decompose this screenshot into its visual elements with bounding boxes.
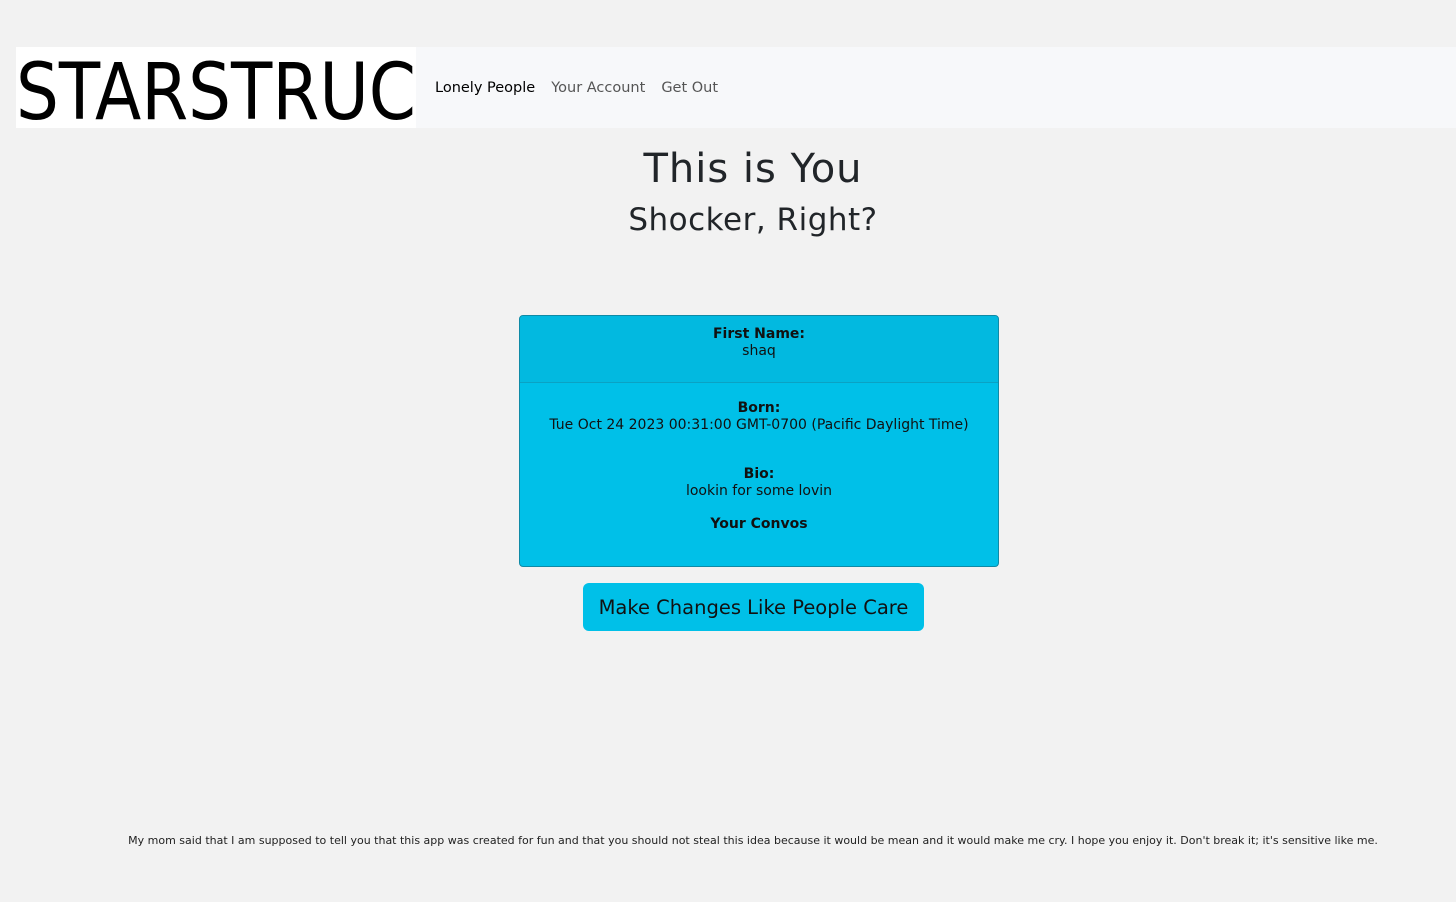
page-title: This is You bbox=[643, 146, 863, 192]
page-subtitle: Shocker, Right? bbox=[628, 202, 878, 238]
top-navbar: STARSTRUC Lonely People Your Account Get… bbox=[16, 47, 1456, 128]
profile-card: First Name: shaq Born: Tue Oct 24 2023 0… bbox=[519, 315, 999, 567]
bio-label: Bio: bbox=[743, 466, 775, 482]
nav-links: Lonely People Your Account Get Out bbox=[435, 80, 718, 96]
profile-card-header: First Name: shaq bbox=[520, 316, 998, 383]
bio-value: lookin for some lovin bbox=[685, 483, 833, 499]
edit-profile-button[interactable]: Make Changes Like People Care bbox=[583, 583, 924, 631]
footer-disclaimer: My mom said that I am supposed to tell y… bbox=[128, 834, 1378, 847]
svg-text:STARSTRUC: STARSTRUC bbox=[16, 48, 416, 128]
nav-item-get-out[interactable]: Get Out bbox=[661, 80, 718, 96]
born-value: Tue Oct 24 2023 00:31:00 GMT-0700 (Pacif… bbox=[549, 417, 969, 433]
your-convos-link[interactable]: Your Convos bbox=[520, 516, 998, 533]
first-name-label: First Name: bbox=[712, 326, 805, 342]
brand-logo[interactable]: STARSTRUC bbox=[16, 47, 416, 128]
nav-item-your-account[interactable]: Your Account bbox=[551, 80, 645, 96]
born-label: Born: bbox=[737, 400, 781, 416]
nav-item-lonely-people[interactable]: Lonely People bbox=[435, 80, 535, 96]
profile-card-body: Born: Tue Oct 24 2023 00:31:00 GMT-0700 … bbox=[520, 383, 998, 533]
first-name-value: shaq bbox=[742, 343, 776, 359]
